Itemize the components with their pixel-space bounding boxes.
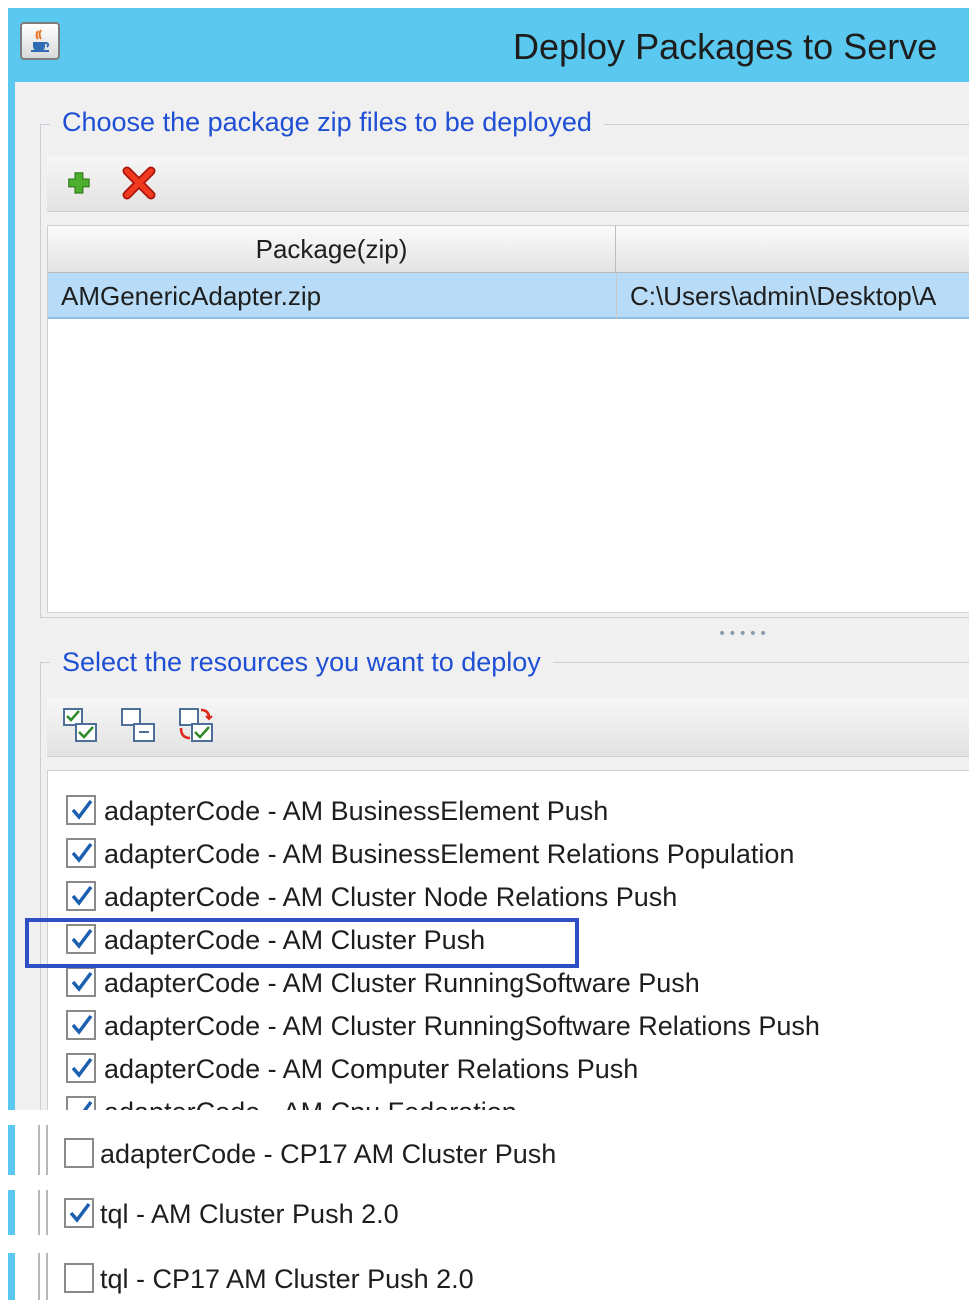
packages-table: Package(zip) AMGenericAdapter.zip C:\Use… [47, 225, 969, 613]
window-frame [8, 82, 15, 1110]
window-frame [8, 1190, 15, 1235]
divider [46, 1125, 48, 1175]
list-item-label: adapterCode - AM Cluster Node Relations … [104, 882, 678, 912]
list-item-label: adapterCode - AM BusinessElement Push [104, 796, 609, 826]
checkbox[interactable] [66, 795, 96, 825]
column-header-path[interactable] [616, 226, 969, 272]
list-item-label: adapterCode - AM Computer Relations Push [104, 1054, 639, 1084]
divider [46, 1253, 48, 1300]
checkbox[interactable] [66, 1010, 96, 1040]
resources-list[interactable]: adapterCode - AM BusinessElement Push ad… [47, 770, 969, 1111]
column-divider [616, 273, 617, 319]
list-item-label: adapterCode - AM Cluster RunningSoftware… [104, 968, 700, 998]
list-item-label: adapterCode - AM Cpu Federation [104, 1092, 517, 1111]
list-item-label: adapterCode - CP17 AM Cluster Push [100, 1139, 557, 1169]
package-name-cell: AMGenericAdapter.zip [61, 281, 322, 311]
checkbox[interactable] [64, 1263, 94, 1293]
table-row[interactable]: AMGenericAdapter.zip C:\Users\admin\Desk… [48, 273, 969, 319]
list-item-label: tql - CP17 AM Cluster Push 2.0 [100, 1264, 474, 1294]
packages-group-title: Choose the package zip files to be deplo… [50, 107, 604, 138]
package-path-cell: C:\Users\admin\Desktop\A [630, 281, 937, 311]
checkbox[interactable] [66, 924, 96, 954]
checkbox[interactable] [64, 1198, 94, 1228]
list-item-label: adapterCode - AM BusinessElement Relatio… [104, 839, 795, 869]
column-header-package[interactable]: Package(zip) [48, 226, 616, 272]
window-frame [8, 1253, 15, 1300]
window-title: Deploy Packages to Serve [513, 26, 938, 67]
checkbox[interactable] [64, 1138, 94, 1168]
resources-group-title: Select the resources you want to deploy [50, 647, 553, 678]
title-bar: Deploy Packages to Serve [8, 8, 969, 82]
splitter-grip[interactable]: ••••• [718, 626, 769, 642]
packages-toolbar [47, 157, 969, 212]
checkbox[interactable] [66, 1053, 96, 1083]
add-icon[interactable] [61, 165, 101, 205]
window-frame [8, 1125, 15, 1175]
divider [46, 1190, 48, 1235]
resources-toolbar [47, 698, 969, 757]
list-item-label: adapterCode - AM Cluster Push [104, 925, 486, 955]
list-item-label: tql - AM Cluster Push 2.0 [100, 1199, 399, 1229]
java-cup-icon[interactable] [20, 22, 60, 60]
divider [38, 1190, 40, 1235]
divider [38, 1253, 40, 1300]
list-item-label: adapterCode - AM Cluster RunningSoftware… [104, 1011, 820, 1041]
checkbox[interactable] [66, 881, 96, 911]
checkbox[interactable] [66, 1096, 96, 1111]
divider [38, 1125, 40, 1175]
table-header: Package(zip) [48, 226, 969, 273]
select-all-icon[interactable] [61, 706, 101, 746]
deselect-all-icon[interactable] [119, 706, 159, 746]
checkbox[interactable] [66, 967, 96, 997]
invert-selection-icon[interactable] [177, 706, 217, 746]
delete-icon[interactable] [119, 163, 159, 203]
checkbox[interactable] [66, 838, 96, 868]
